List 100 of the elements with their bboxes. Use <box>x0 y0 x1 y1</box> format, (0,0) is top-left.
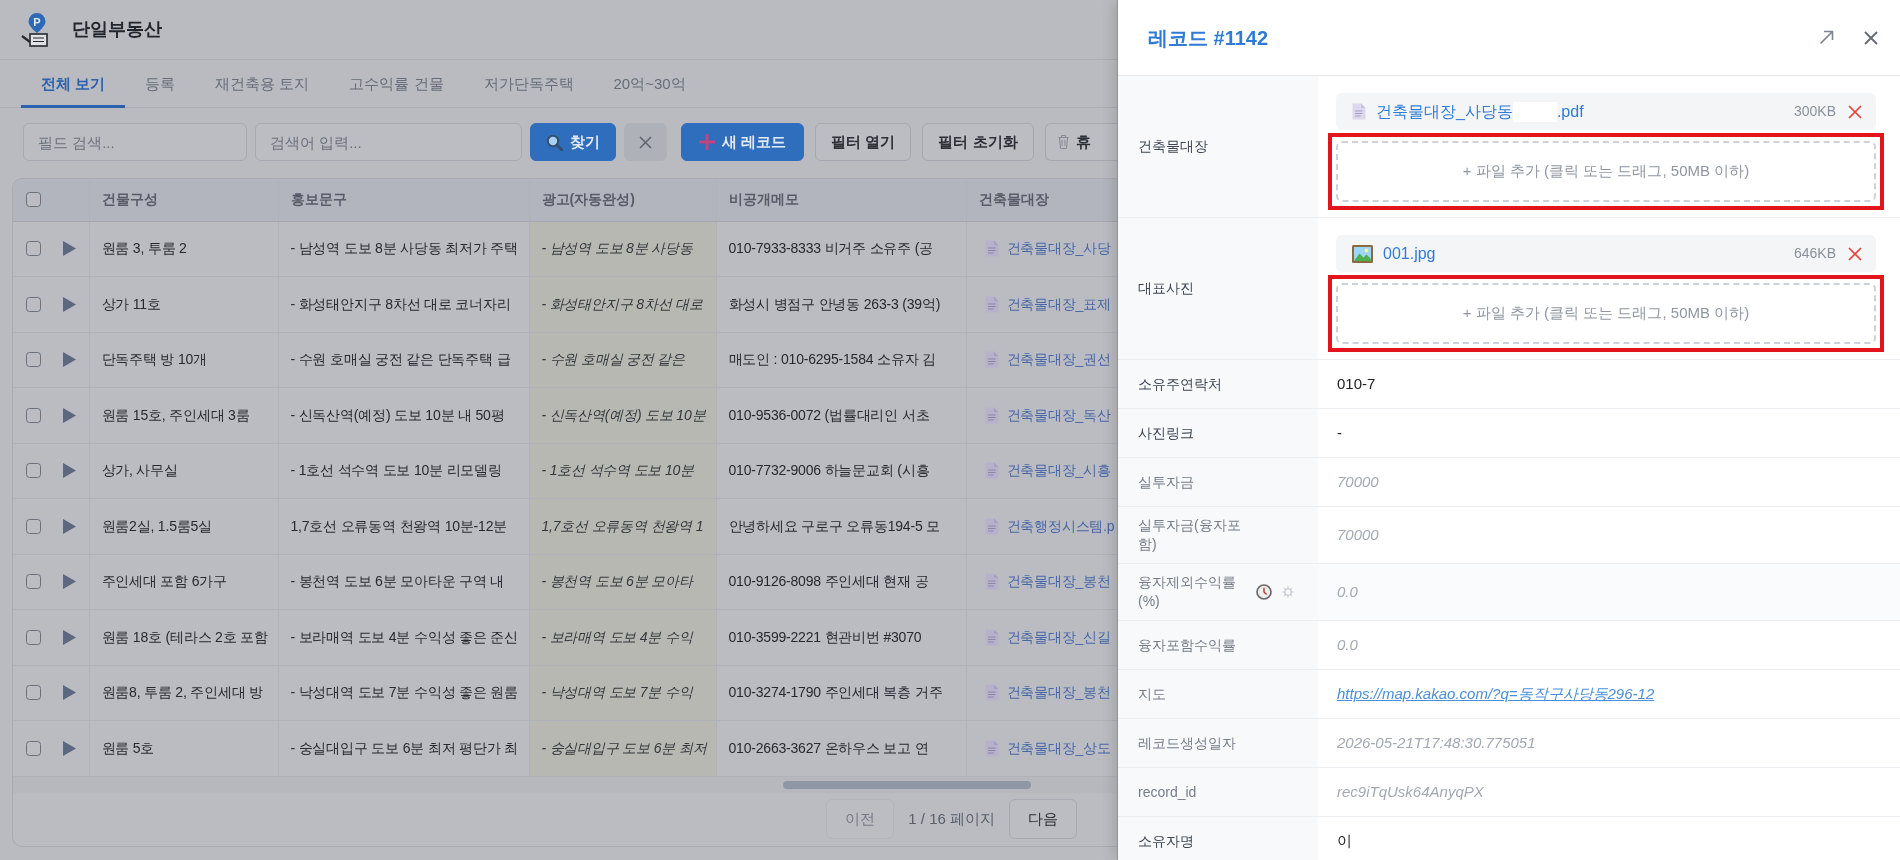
table-cell: 주인세대 포함 6가구 <box>89 554 278 610</box>
clear-button[interactable] <box>624 123 667 161</box>
file-drop-zone[interactable]: + 파일 추가 (클릭 또는 드래그, 50MB 이하) <box>1336 283 1876 344</box>
search-icon <box>546 133 563 151</box>
tab[interactable]: 등록 <box>125 60 196 108</box>
field-label: 사진링크 <box>1138 423 1194 443</box>
row-checkbox[interactable] <box>26 463 41 479</box>
toolbar-button[interactable]: 필터 열기 <box>815 123 912 161</box>
caret-icon[interactable] <box>63 518 76 534</box>
field-label: 융자포함수익률 <box>1138 635 1236 655</box>
scrollbar-thumb[interactable] <box>783 780 1031 789</box>
table-cell: 원룸8, 투룸 2, 주인세대 방 <box>89 665 278 721</box>
caret-icon[interactable] <box>63 296 76 312</box>
field-label: 실투자금 <box>1138 472 1194 492</box>
document-icon <box>984 462 999 480</box>
caret-icon[interactable] <box>63 352 76 368</box>
row-checkbox[interactable] <box>26 518 41 534</box>
file-drop-zone[interactable]: + 파일 추가 (클릭 또는 드래그, 50MB 이하) <box>1336 141 1876 202</box>
caret-icon[interactable] <box>63 407 76 423</box>
column-header[interactable]: 광고(자동완성) <box>529 179 716 221</box>
row-checkbox[interactable] <box>26 740 41 756</box>
file-link[interactable]: 건축물대장_표제 <box>1006 293 1111 315</box>
arrow-icon <box>1819 30 1834 45</box>
field-label: 실투자금(융자포함) <box>1138 516 1242 554</box>
field-value: 70000 <box>1337 524 1379 545</box>
file-link[interactable]: 건축물대장_봉천 <box>1006 682 1111 704</box>
table-cell: - 낙성대역 도보 7분 수익 <box>529 665 716 721</box>
row-checkbox[interactable] <box>26 296 41 312</box>
field-search-input[interactable]: 필드 검색... <box>23 123 247 161</box>
table-cell: - 숭실대입구 도보 6분 최저 <box>529 720 716 776</box>
row-checkbox[interactable] <box>26 407 41 423</box>
caret-icon[interactable] <box>63 463 76 479</box>
file-link[interactable]: 건축물대장_사당동 .pdf <box>1376 99 1584 124</box>
plus-icon <box>699 134 715 150</box>
record-title: 레코드 #1142 <box>1148 25 1269 50</box>
field-value: 이 <box>1337 830 1352 851</box>
file-link[interactable]: 건축물대장_봉천 <box>1006 571 1111 593</box>
file-link[interactable]: 건축행정시스템.p <box>1006 515 1115 537</box>
field-label: 건축물대장 <box>1138 137 1208 156</box>
document-icon <box>984 684 999 702</box>
column-header[interactable]: 건물구성 <box>89 179 278 221</box>
row-checkbox[interactable] <box>26 574 41 590</box>
document-icon <box>984 406 999 424</box>
document-icon <box>1352 103 1366 120</box>
close-icon <box>639 135 652 149</box>
document-icon <box>984 517 999 535</box>
column-header[interactable]: 건축물대장 <box>966 179 1117 221</box>
table-cell: 1,7호선 오류동역 천왕역 1 <box>529 498 716 554</box>
caret-icon[interactable] <box>63 629 76 645</box>
table-cell: 010-7933-8333 비거주 소유주 (공 <box>716 221 966 277</box>
tab[interactable]: 전체 보기 <box>21 60 126 108</box>
toolbar-button[interactable]: 필터 초기화 <box>922 123 1034 161</box>
trash-button[interactable]: 휴 <box>1044 123 1117 161</box>
tab[interactable]: 재건축용 토지 <box>195 60 330 108</box>
table-cell: - 남성역 도보 8분 사당동 <box>529 221 716 277</box>
file-link[interactable]: 건축물대장_사당 <box>1006 238 1111 260</box>
column-header[interactable]: 홍보문구 <box>278 179 529 221</box>
column-header[interactable]: 비공개메모 <box>716 179 966 221</box>
clock-icon[interactable] <box>1256 584 1272 600</box>
map-link[interactable]: https://map.kakao.com/?q=동작구사당동296-12 <box>1337 682 1655 706</box>
row-checkbox[interactable] <box>26 352 41 368</box>
file-link[interactable]: 건축물대장_상도 <box>1006 737 1111 759</box>
tab[interactable]: 저가단독주택 <box>463 60 594 108</box>
search-input[interactable]: 검색어 입력... <box>255 123 522 161</box>
file-link[interactable]: 001.jpg <box>1383 241 1436 266</box>
field-label: 대표사진 <box>1138 279 1194 298</box>
table-cell: - 수원 호매실 궁전 같은 <box>529 332 716 388</box>
caret-icon[interactable] <box>63 740 76 756</box>
file-link[interactable]: 건축물대장_신길 <box>1006 626 1111 648</box>
field-label: 지도 <box>1138 684 1166 704</box>
tab[interactable]: 20억~30억 <box>593 60 706 108</box>
tab[interactable]: 고수익률 건물 <box>329 60 464 108</box>
row-checkbox[interactable] <box>26 241 41 257</box>
table-cell: - 보라매역 도보 4분 수익 <box>529 609 716 665</box>
caret-icon[interactable] <box>63 241 76 257</box>
table-cell: 원룸 5호 <box>89 720 278 776</box>
table-cell: - 1호선 석수역 도보 10분 <box>529 443 716 499</box>
select-all-checkbox[interactable] <box>26 192 41 208</box>
caret-icon[interactable] <box>63 685 76 701</box>
close-icon <box>1864 30 1878 45</box>
field-value: rec9iTqUsk64AnyqPX <box>1337 781 1484 802</box>
search-button[interactable]: 찾기 <box>530 123 616 161</box>
next-page-button[interactable]: 다음 <box>1009 799 1077 840</box>
table-cell: 화성시 병점구 안녕동 263-3 (39억) <box>716 276 966 332</box>
app-title: 단일부동산 <box>72 18 162 41</box>
field-label: 소유자명 <box>1138 831 1194 851</box>
table-cell: 원룸2실, 1.5룸5실 <box>89 498 278 554</box>
field-label: record_id <box>1138 782 1197 802</box>
file-link[interactable]: 건축물대장_독산 <box>1006 404 1111 426</box>
app-logo: P <box>21 11 51 48</box>
file-link[interactable]: 건축물대장_권선 <box>1006 349 1111 371</box>
field-label: 융자제외수익률 (%) <box>1138 573 1237 611</box>
row-checkbox[interactable] <box>26 685 41 701</box>
file-link[interactable]: 건축물대장_시흥 <box>1006 460 1111 482</box>
row-checkbox[interactable] <box>26 629 41 645</box>
new-record-button[interactable]: 새 레코드 <box>681 123 805 161</box>
table-cell: - 봉천역 도보 6분 모아타 <box>529 554 716 610</box>
caret-icon[interactable] <box>63 574 76 590</box>
table-cell: 상가, 사무실 <box>89 443 278 499</box>
document-icon <box>984 295 999 313</box>
